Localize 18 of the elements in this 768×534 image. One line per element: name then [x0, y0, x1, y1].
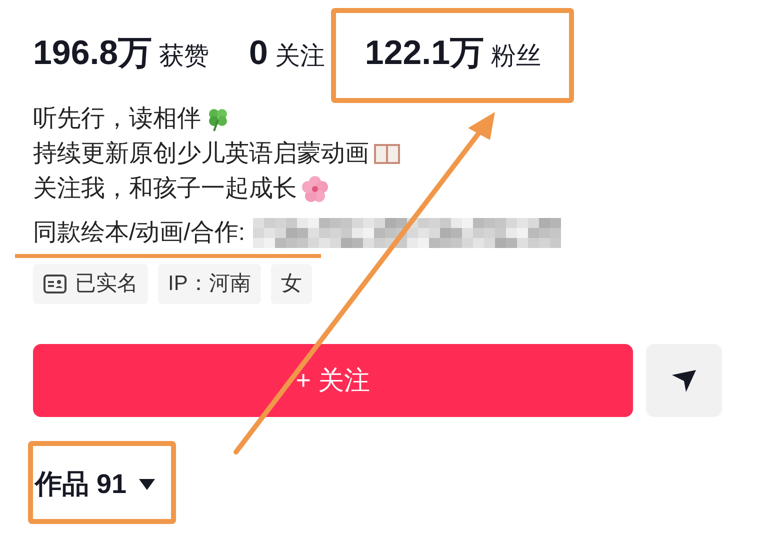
dropdown-caret-icon [138, 478, 155, 490]
bio-line: 关注我，和孩子一起成长 [33, 174, 297, 204]
profile-tag: 女 [270, 264, 312, 304]
bio-line: 听先行，读相伴 [33, 104, 201, 134]
stat-counter: 0 关注 [249, 33, 325, 74]
works-tab[interactable]: 作品 91 [35, 464, 155, 504]
bio-line: 同款绘本/动画/合作: [33, 218, 246, 248]
book-icon [373, 142, 401, 166]
stat-counter: 122.1万 粉丝 [364, 33, 541, 74]
profile-tag: IP：河南 [158, 264, 261, 304]
stat-counter: 196.8万 获赞 [33, 33, 210, 74]
flower-icon [301, 174, 329, 202]
id-card-icon [43, 274, 67, 294]
profile-tag: 已实名 [33, 264, 148, 304]
bio-line: 持续更新原创少儿英语启蒙动画 [33, 139, 369, 169]
follow-button[interactable]: + 关注 [33, 344, 633, 417]
send-icon [671, 368, 697, 392]
share-button[interactable] [646, 344, 722, 417]
